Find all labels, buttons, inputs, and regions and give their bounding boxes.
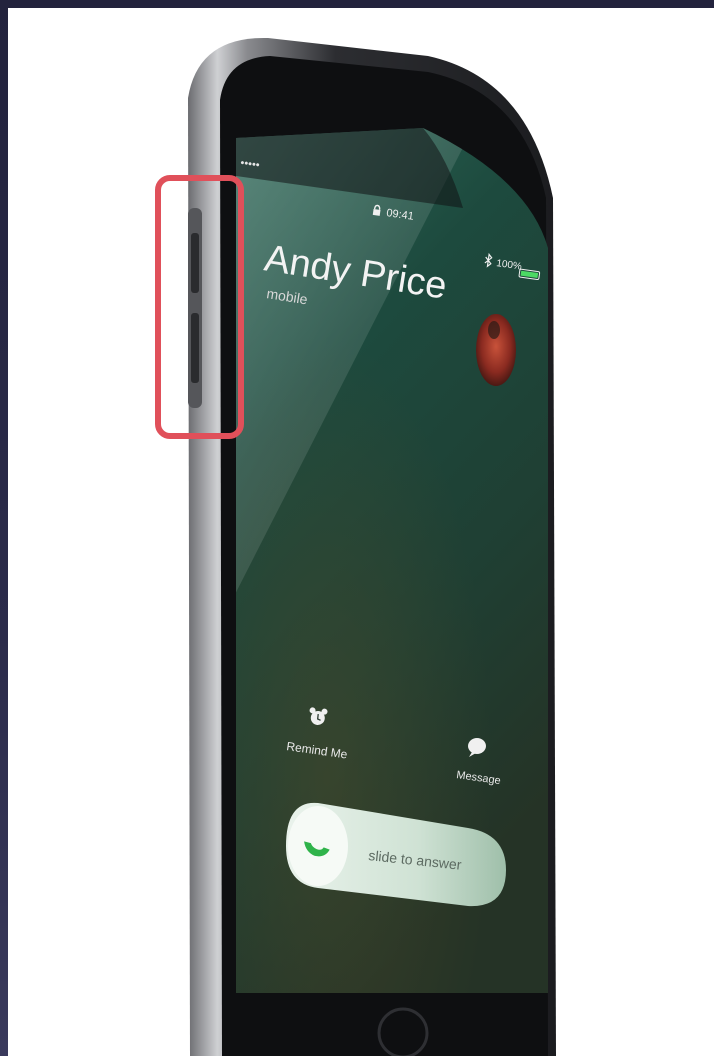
image-canvas: ••••• 09:41 100% Andy Price mobile Remin…: [8, 8, 714, 1056]
iphone-svg: ••••• 09:41 100% Andy Price mobile Remin…: [155, 37, 556, 1056]
iphone-illustration: ••••• 09:41 100% Andy Price mobile Remin…: [8, 8, 714, 1056]
volume-down-button: [191, 313, 199, 383]
background-frame: ••••• 09:41 100% Andy Price mobile Remin…: [0, 0, 714, 1056]
volume-up-button: [191, 233, 199, 293]
answer-knob[interactable]: [288, 806, 348, 886]
caller-avatar: [476, 314, 516, 386]
